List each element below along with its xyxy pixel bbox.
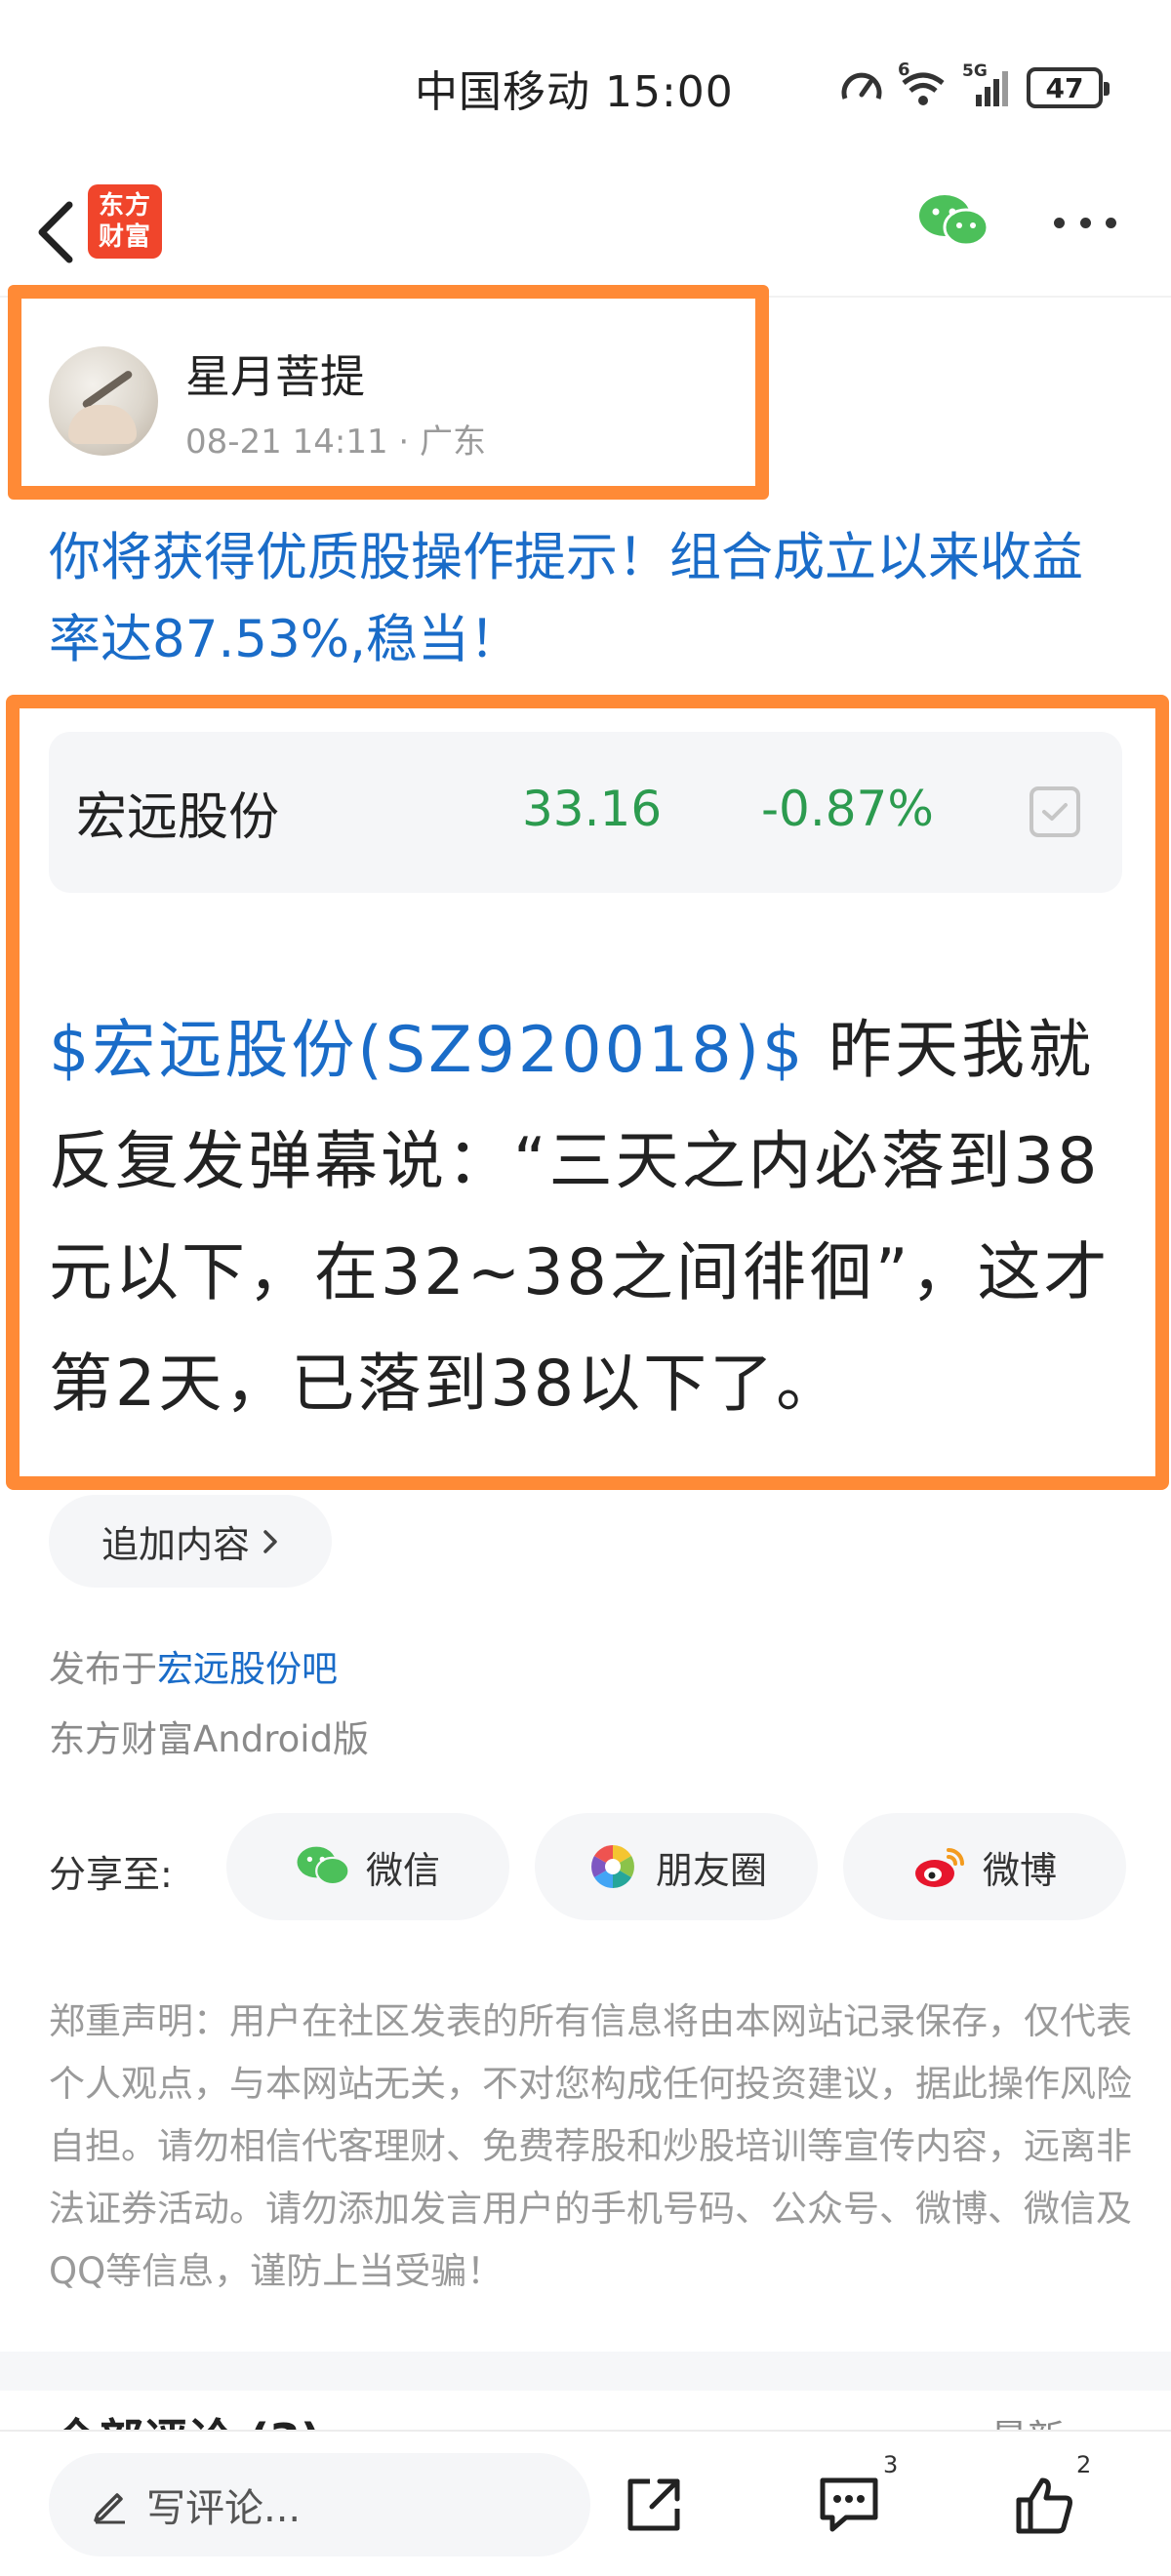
moments-icon	[586, 1839, 640, 1894]
bottom-action-bar: 写评论... 3 2	[0, 2430, 1171, 2576]
add-watchlist-checkbox[interactable]	[1030, 786, 1080, 837]
wechat-share-button[interactable]	[917, 192, 989, 251]
cellular-signal-icon: 5G	[962, 61, 1013, 110]
share-moments-button[interactable]: 朋友圈	[535, 1813, 818, 1920]
more-options-button[interactable]	[1054, 198, 1116, 247]
published-in: 发布于宏远股份吧	[49, 1648, 338, 1690]
section-divider	[0, 2352, 1171, 2391]
forward-button[interactable]	[610, 2461, 698, 2549]
post-title[interactable]: 你将获得优质股操作提示！组合成立以来收益率达87.53%,稳当！	[49, 517, 1132, 681]
chevron-right-icon	[263, 1529, 277, 1553]
top-nav-bar: 东方 财富	[0, 171, 1171, 298]
check-icon	[1042, 803, 1068, 821]
thumbs-up-icon	[1016, 2477, 1072, 2534]
share-label: 分享至:	[49, 1853, 173, 1896]
status-bar: 中国移动 15:00 6 5G 47	[0, 0, 1171, 171]
author-block[interactable]: 星月菩提 08-21 14:11 · 广东	[0, 298, 1171, 507]
stock-name: 宏远股份	[76, 788, 280, 847]
stock-mention-link[interactable]: $宏远股份(SZ920018)$	[49, 1014, 805, 1087]
avatar[interactable]	[49, 346, 158, 456]
chevron-left-icon	[38, 201, 73, 263]
comments-button[interactable]: 3	[805, 2451, 898, 2549]
stock-price: 33.16	[522, 781, 663, 837]
dot-icon	[1106, 217, 1116, 228]
append-content-button[interactable]: 追加内容	[49, 1495, 332, 1588]
stock-change-percent: -0.87%	[761, 781, 934, 837]
comment-count-badge: 3	[883, 2451, 899, 2478]
weibo-icon	[912, 1839, 967, 1894]
wechat-icon	[919, 195, 989, 247]
share-weibo-button[interactable]: 微博	[843, 1813, 1126, 1920]
status-carrier-time: 中国移动 15:00	[415, 67, 734, 117]
append-label: 追加内容	[101, 1523, 250, 1566]
app-logo[interactable]: 东方 财富	[88, 184, 162, 259]
like-count-badge: 2	[1076, 2451, 1092, 2478]
comment-placeholder: 写评论...	[146, 2486, 302, 2531]
comment-input[interactable]: 写评论...	[49, 2453, 590, 2556]
status-icons: 6 5G 47	[839, 60, 1110, 115]
dot-icon	[1054, 217, 1065, 228]
dot-icon	[1079, 217, 1091, 228]
like-button[interactable]: 2	[1000, 2451, 1091, 2549]
share-wechat-button[interactable]: 微信	[226, 1813, 509, 1920]
comment-bubble-icon	[820, 2477, 878, 2532]
stock-bar-link[interactable]: 宏远股份吧	[157, 1648, 338, 1690]
stock-quote-card[interactable]: 宏远股份 33.16 -0.87%	[49, 732, 1122, 893]
post-body: $宏远股份(SZ920018)$ 昨天我就反复发弹幕说：“三天之内必落到38元以…	[49, 995, 1132, 1440]
disclaimer-text: 郑重声明：用户在社区发表的所有信息将由本网站记录保存，仅代表个人观点，与本网站无…	[49, 2000, 1132, 2292]
back-button[interactable]	[21, 188, 90, 276]
wifi-icon: 6	[898, 60, 949, 110]
pencil-icon	[94, 2493, 125, 2524]
author-name[interactable]: 星月菩提	[185, 342, 365, 406]
share-out-icon	[627, 2478, 680, 2531]
battery-indicator: 47	[1027, 67, 1110, 108]
client-source: 东方财富Android版	[49, 1718, 370, 1760]
speed-icon	[841, 72, 882, 100]
wechat-icon	[296, 1839, 350, 1894]
post-time-location: 08-21 14:11 · 广东	[185, 423, 487, 462]
